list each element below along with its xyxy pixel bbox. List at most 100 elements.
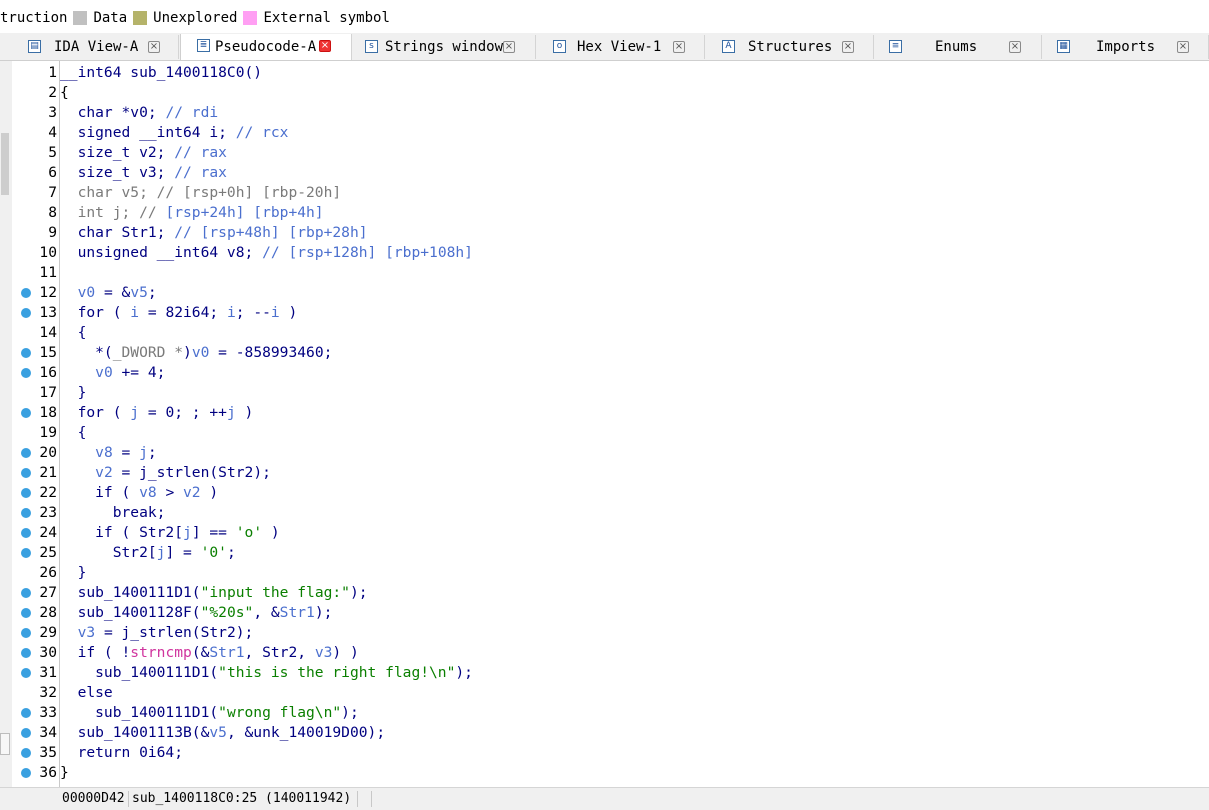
code-line[interactable]: 32 else [12,683,1202,703]
code-text: sub_1400111D1("input the flag:"); [60,583,368,603]
code-line[interactable]: 19 { [12,423,1202,443]
code-line[interactable]: 23 break; [12,503,1202,523]
legend-label: External symbol [263,10,390,26]
code-text: for ( i = 82i64; i; --i ) [60,303,298,323]
code-token: if ( ! [60,644,131,661]
ida-view-icon: ▤ [28,40,41,53]
line-number: 22 [39,484,57,501]
code-line[interactable]: 36} [12,763,1202,783]
code-line[interactable]: 17 } [12,383,1202,403]
code-line[interactable]: 31 sub_1400111D1("this is the right flag… [12,663,1202,683]
code-line[interactable]: 11 [12,263,1202,283]
code-token: = -858993460; [209,344,333,361]
code-line[interactable]: 27 sub_1400111D1("input the flag:"); [12,583,1202,603]
code-token: ; [147,284,157,301]
code-token: ) [183,344,192,361]
code-text: } [60,563,87,583]
close-tab-icon[interactable]: × [842,41,854,53]
code-token: ; [147,444,157,461]
code-line[interactable]: 20 v8 = j; [12,443,1202,463]
code-text: { [60,83,69,103]
close-tab-icon[interactable]: × [148,41,160,53]
pseudocode-editor[interactable]: 1 __int64 sub_1400118C0() 2{3 char *v0; //… [12,61,1209,787]
close-tab-icon[interactable]: × [673,41,685,53]
code-token: Str1 [209,644,245,661]
code-text: sub_1400111D1("wrong flag\n"); [60,703,359,723]
code-line[interactable]: 9 char Str1; // [rsp+48h] [rbp+28h] [12,223,1202,243]
tab-enums[interactable]: ≡ Enums × [875,35,1042,59]
code-line[interactable]: 5 size_t v2; // rax [12,143,1202,163]
code-text: sub_14001113B(&v5, &unk_140019D00); [60,723,386,743]
code-token: char Str1; [60,224,175,241]
code-token: > [156,484,184,501]
side-panel-toggle[interactable] [0,733,10,755]
line-number: 18 [39,404,57,421]
close-tab-icon[interactable]: × [503,41,515,53]
code-token: size_t v2; [60,144,175,161]
line-number: 35 [39,744,57,761]
code-line[interactable]: 13 for ( i = 82i64; i; --i ) [12,303,1202,323]
code-token: sub_14001128F( [60,604,201,621]
code-token: ) [200,484,219,501]
tab-label: Enums [935,39,978,55]
line-number: 36 [39,764,57,781]
code-token: strncmp [130,644,192,661]
tab-pseudocode-a[interactable]: ≣ Pseudocode-A × [180,34,352,60]
code-line[interactable]: 8 int j; // [rsp+24h] [rbp+4h] [12,203,1202,223]
line-number: 28 [39,604,57,621]
code-line[interactable]: 2{ [12,83,1202,103]
code-line[interactable]: 30 if ( !strncmp(&Str1, Str2, v3) ) [12,643,1202,663]
code-text: char *v0; // rdi [60,103,219,123]
code-line[interactable]: 28 sub_14001128F("%20s", &Str1); [12,603,1202,623]
line-number: 27 [39,584,57,601]
code-line[interactable]: 33 sub_1400111D1("wrong flag\n"); [12,703,1202,723]
code-line[interactable]: 10 unsigned __int64 v8; // [rsp+128h] [r… [12,243,1202,263]
code-line[interactable]: 18 for ( j = 0; ; ++j ) [12,403,1202,423]
code-line[interactable]: 34 sub_14001113B(&v5, &unk_140019D00); [12,723,1202,743]
tab-ida-view-a[interactable]: ▤ IDA View-A × [14,35,179,59]
code-line[interactable]: 3 char *v0; // rdi [12,103,1202,123]
code-text: int j; // [rsp+24h] [rbp+4h] [60,203,324,223]
line-number: 8 [48,204,57,221]
code-text: v8 = j; [60,443,157,463]
line-number: 30 [39,644,57,661]
close-tab-icon[interactable]: × [1177,41,1189,53]
code-line[interactable]: 7 char v5; // [rsp+0h] [rbp-20h] [12,183,1202,203]
code-line[interactable]: 12 v0 = &v5; [12,283,1202,303]
code-token: v0 [191,344,210,361]
code-line[interactable]: 24 if ( Str2[j] == 'o' ) [12,523,1202,543]
code-line[interactable]: 35 return 0i64; [12,743,1202,763]
tab-imports[interactable]: ▦ Imports × [1043,35,1209,59]
code-line[interactable]: 4 signed __int64 i; // rcx [12,123,1202,143]
tab-structures[interactable]: A Structures × [706,35,874,59]
tab-hex-view-1[interactable]: o Hex View-1 × [537,35,705,59]
code-token: // rcx [235,124,289,141]
code-line[interactable]: 29 v3 = j_strlen(Str2); [12,623,1202,643]
code-line[interactable]: 22 if ( v8 > v2 ) [12,483,1202,503]
code-line[interactable]: 15 *(_DWORD *)v0 = -858993460; [12,343,1202,363]
code-token: _DWORD * [112,344,184,361]
code-text: if ( Str2[j] == 'o' ) [60,523,280,543]
code-text: size_t v3; // rax [60,163,227,183]
code-token: Str2[ [60,544,157,561]
close-tab-icon[interactable]: × [1009,41,1021,53]
code-line[interactable]: 25 Str2[j] = '0'; [12,543,1202,563]
code-line[interactable]: 16 v0 += 4; [12,363,1202,383]
code-text: break; [60,503,166,523]
code-token: = j_strlen(Str2); [112,464,271,481]
line-number: 13 [39,304,57,321]
code-line[interactable]: 6 size_t v3; // rax [12,163,1202,183]
scrollbar-thumb[interactable] [1,133,9,195]
code-token: sub_1400111D1( [60,664,219,681]
code-text: { [60,423,87,443]
code-line[interactable]: 1 __int64 sub_1400118C0() [12,63,1202,83]
code-token: v8 [139,484,157,501]
tab-label: Strings window [385,39,504,55]
tab-strings-window[interactable]: s Strings window × [353,35,536,59]
code-token: = 82i64; [139,304,227,321]
code-line[interactable]: 14 { [12,323,1202,343]
code-line[interactable]: 26 } [12,563,1202,583]
close-tab-icon[interactable]: × [319,40,331,52]
code-line[interactable]: 21 v2 = j_strlen(Str2); [12,463,1202,483]
